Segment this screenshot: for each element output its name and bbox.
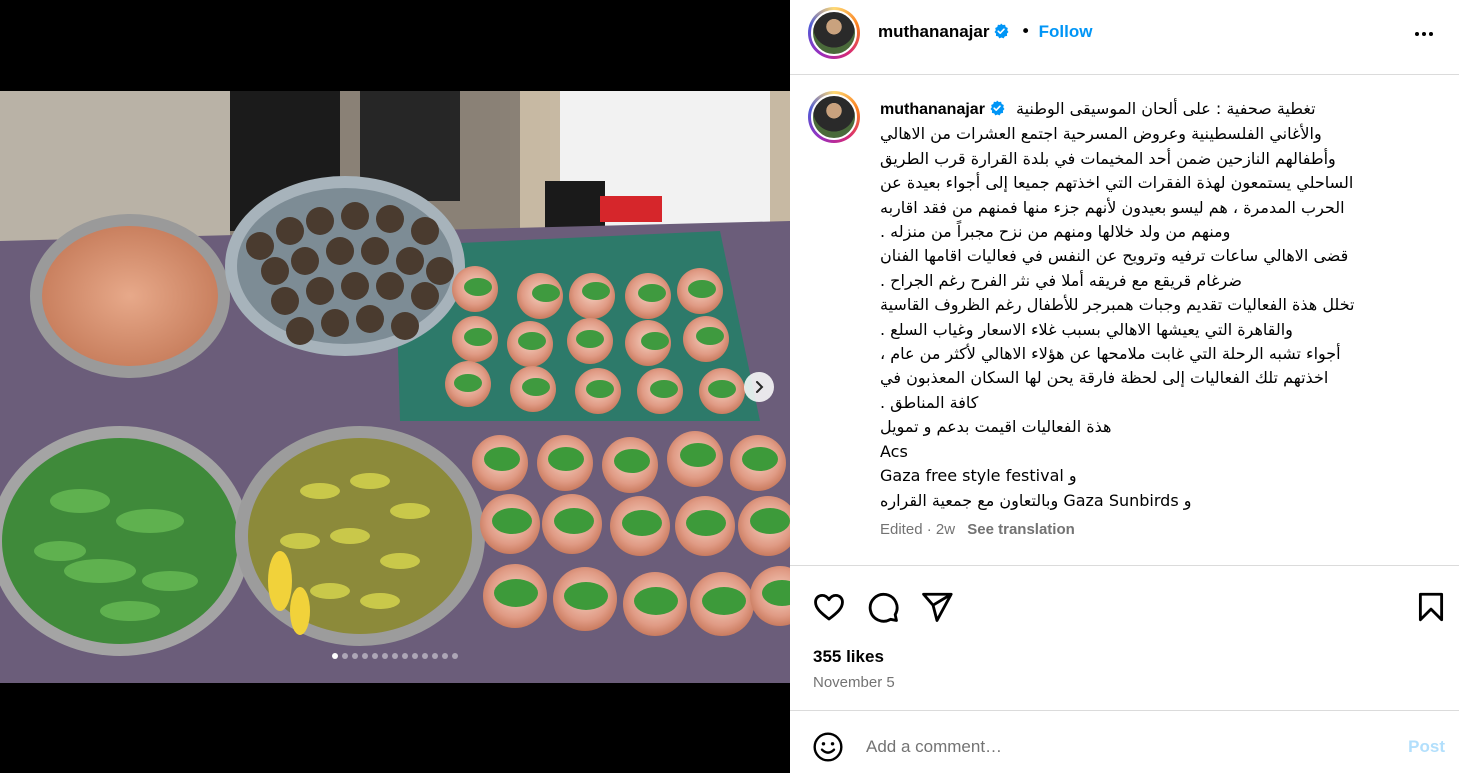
caption-line: ومنهم من ولد خلالها ومنهم من نزح مجبراً … — [880, 222, 1231, 242]
carousel-dot — [402, 653, 408, 659]
caption-meta: Edited · 2w See translation — [880, 521, 1075, 538]
carousel-dot — [372, 653, 378, 659]
food-photo-illustration — [0, 91, 790, 683]
caption-line: والقاهرة التي يعيشها الاهالي بسبب غلاء ا… — [880, 319, 1293, 339]
paper-plane-icon[interactable] — [920, 590, 954, 624]
caption-text: muthananajar تغطية صحفية : على ألحان الم… — [880, 97, 1440, 513]
header-username[interactable]: muthananajar — [878, 22, 989, 41]
carousel-next-button[interactable] — [744, 372, 774, 402]
carousel-indicator — [0, 653, 790, 659]
follow-button[interactable]: Follow — [1039, 22, 1093, 41]
caption-line: Acs — [880, 441, 908, 461]
caption-line: أجواء تشبه الرحلة التي غابت ملامحها عن ه… — [880, 344, 1341, 364]
avatar[interactable] — [808, 7, 860, 59]
post-comment-button[interactable]: Post — [1408, 737, 1445, 757]
post-photo[interactable] — [0, 91, 790, 683]
post-side-panel: muthananajar • Follow muthananajar تغطية … — [790, 0, 1459, 773]
carousel-dot — [442, 653, 448, 659]
caption-line: هذة الفعاليات اقيمت بدعم و تمويل — [880, 417, 1112, 437]
carousel-dot — [452, 653, 458, 659]
carousel-dot — [422, 653, 428, 659]
post-header: muthananajar • Follow — [790, 0, 1459, 75]
carousel-dot — [432, 653, 438, 659]
caption-line: الحرب المدمرة ، هم ليسو بعيدون لأنهم جزء… — [880, 197, 1345, 217]
comment-bubble-icon[interactable] — [866, 590, 900, 624]
caption-first-line: muthananajar تغطية صحفية : على ألحان الم… — [880, 97, 1440, 122]
see-translation-link[interactable]: See translation — [967, 521, 1075, 538]
post-date: November 5 — [813, 674, 895, 691]
heart-icon[interactable] — [812, 590, 846, 624]
carousel-dot — [352, 653, 358, 659]
more-options-icon[interactable] — [1409, 22, 1439, 46]
header-user-row: muthananajar • Follow — [878, 22, 1092, 42]
caption-line: وأطفالهم النازحين ضمن أحد المخيمات في بل… — [880, 148, 1336, 168]
caption: muthananajar تغطية صحفية : على ألحان الم… — [790, 75, 1459, 565]
caption-line: اخذتهم تلك الفعاليات إلى لحظة فارقة يحن … — [880, 368, 1329, 388]
caption-line: و Gaza Sunbirds وبالتعاون مع جمعية القرا… — [880, 490, 1192, 510]
caption-avatar[interactable] — [808, 91, 860, 143]
caption-line: و Gaza free style festival — [880, 466, 1077, 486]
edited-label: Edited — [880, 521, 923, 538]
caption-line: كافة المناطق . — [880, 392, 979, 412]
carousel-dot — [362, 653, 368, 659]
carousel-dot — [342, 653, 348, 659]
comment-input[interactable] — [866, 731, 1386, 763]
carousel-dot — [332, 653, 338, 659]
carousel-dot — [412, 653, 418, 659]
emoji-icon[interactable] — [812, 731, 844, 763]
verified-badge-icon — [990, 100, 1005, 116]
caption-line: ضرغام قريقع مع فريقه أملا في نثر الفرح ر… — [880, 270, 1242, 290]
caption-line: تخلل هذة الفعاليات تقديم وجبات همبرجر لل… — [880, 295, 1355, 315]
carousel-dot — [392, 653, 398, 659]
verified-badge-icon — [994, 23, 1009, 39]
caption-line: والأغاني الفلسطينية وعروض المسرحية اجتمع… — [880, 124, 1322, 144]
post-age: 2w — [935, 521, 956, 538]
caption-line: قضى الاهالي ساعات ترفيه وترويح عن النفس … — [880, 246, 1349, 266]
carousel-dot — [382, 653, 388, 659]
caption-line: الساحلي يستمعون لهذة الفقرات التي اخذتهم… — [880, 173, 1354, 193]
chevron-right-icon — [756, 381, 764, 393]
comment-bar: Post — [790, 710, 1459, 773]
caption-username[interactable]: muthananajar — [880, 101, 985, 118]
likes-count[interactable]: 355 likes — [813, 647, 884, 667]
caption-line: تغطية صحفية : على ألحان الموسيقى الوطنية — [1016, 99, 1316, 118]
action-bar: 355 likes November 5 — [790, 565, 1459, 710]
post-media — [0, 0, 790, 773]
header-separator: • — [1020, 22, 1031, 42]
bookmark-icon[interactable] — [1414, 590, 1448, 624]
